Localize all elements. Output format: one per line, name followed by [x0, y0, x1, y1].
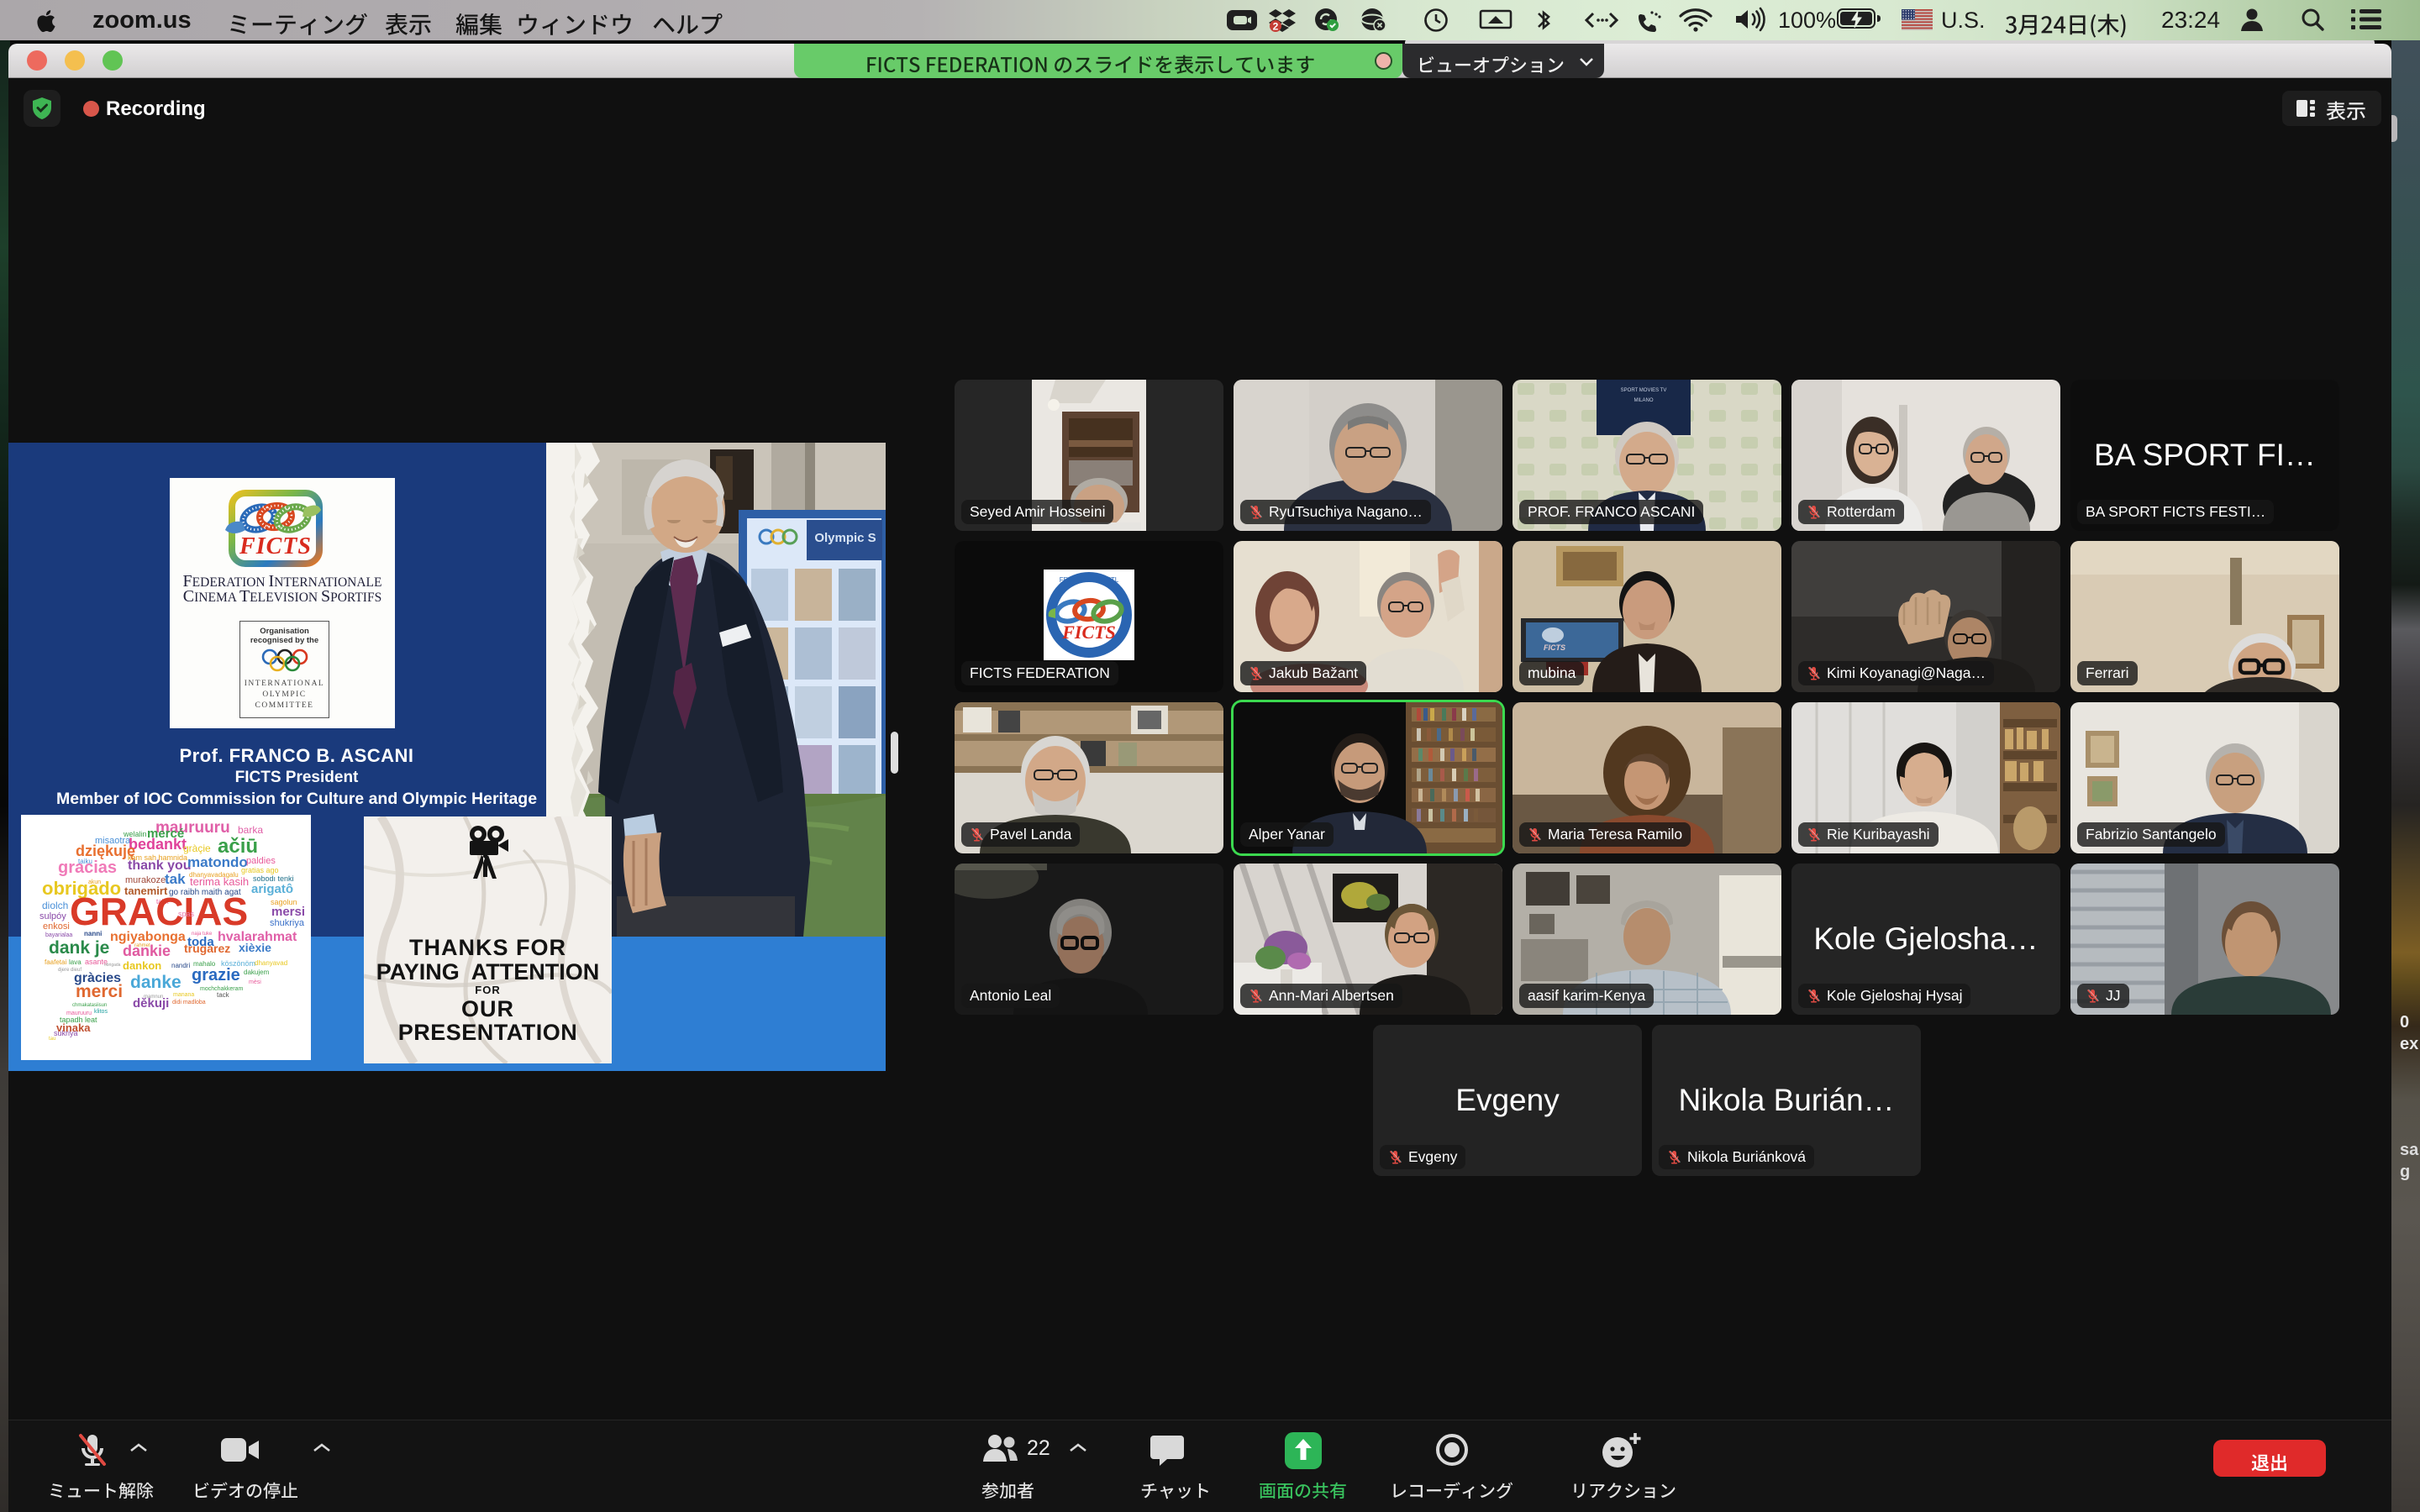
svg-text:FICTS: FICTS [1061, 622, 1116, 643]
svg-text:FICTS: FICTS [1544, 643, 1565, 652]
svg-text:Olympic S: Olympic S [814, 531, 876, 545]
svg-text:MILANO: MILANO [1634, 398, 1653, 403]
svg-text:FEDERATION INTL: FEDERATION INTL [1060, 576, 1119, 584]
svg-text:2: 2 [1273, 21, 1279, 33]
svg-text:SPORT MOVIES TV: SPORT MOVIES TV [1621, 388, 1667, 393]
svg-text:FICTS: FICTS [239, 533, 312, 559]
